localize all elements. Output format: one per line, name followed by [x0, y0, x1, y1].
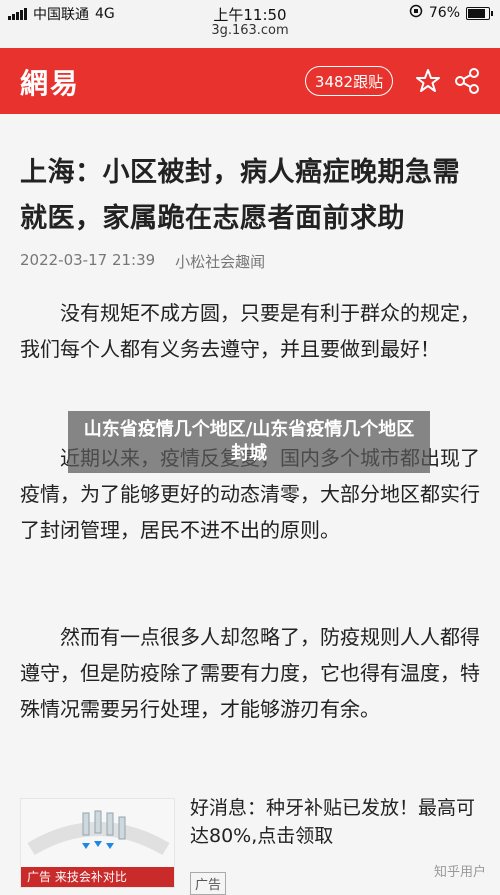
article-body: 上海：小区被封，病人癌症晚期急需就医，家属跪在志愿者面前求助 2022-03-1…: [0, 114, 500, 895]
address-url[interactable]: 3g.163.com: [0, 23, 500, 38]
watermark-overlay: 山东省疫情几个地区/山东省疫情几个地区封城: [68, 411, 430, 473]
article-date: 2022-03-17 21:39: [20, 251, 156, 269]
ad-text[interactable]: 好消息：种牙补贴已发放！最高可达80%,点击领取: [190, 794, 490, 850]
comments-button[interactable]: 3482跟贴: [305, 66, 393, 96]
article-source[interactable]: 小松社会趣闻: [175, 251, 265, 272]
status-right: 76%: [409, 4, 493, 22]
netease-logo[interactable]: 網易: [20, 62, 80, 102]
battery-icon: [466, 6, 493, 20]
rotation-lock-icon: [409, 4, 423, 22]
article-title: 上海：小区被封，病人癌症晚期急需就医，家属跪在志愿者面前求助: [20, 157, 460, 234]
star-icon[interactable]: [414, 67, 442, 95]
source-watermark: 知乎用户: [433, 865, 486, 880]
dental-implant-icon: [21, 799, 174, 869]
share-icon[interactable]: [453, 67, 481, 95]
ad-banner: 广告 来技会补对比: [21, 867, 174, 887]
app-header: 網易 3482跟贴: [0, 48, 500, 114]
article-meta: 2022-03-17 21:39 小松社会趣闻: [20, 251, 265, 272]
battery-percent: 76%: [428, 5, 460, 21]
article-paragraph: 然而有一点很多人却忽略了，防疫规则人人都得遵守，但是防疫除了需要有力度，它也得有…: [20, 625, 480, 721]
ad-image[interactable]: 广告 来技会补对比: [20, 798, 175, 888]
ad-badge: 广告: [190, 872, 227, 895]
article-paragraph: 没有规矩不成方圆，只要是有利于群众的规定，我们每个人都有义务去遵守，并且要做到最…: [20, 301, 480, 361]
status-bar: 中国联通 4G 上午11:50 3g.163.com 76%: [0, 0, 500, 48]
